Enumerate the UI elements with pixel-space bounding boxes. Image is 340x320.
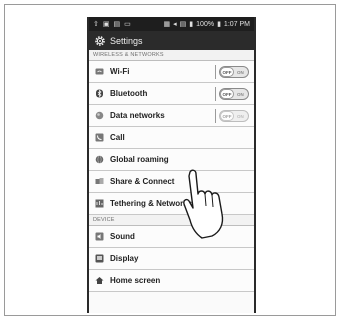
globe-icon [95,155,104,164]
bluetooth-icon [95,89,104,98]
settings-item-label: Call [110,133,125,142]
image-icon: ▣ [102,21,110,28]
sound-icon [95,232,104,241]
data-networks-toggle[interactable]: OFF ON [219,110,249,122]
divider [215,65,216,79]
call-icon [95,133,104,142]
page-title: Settings [110,35,143,46]
share-connect-icon [95,177,104,186]
toggle-off-label: OFF [220,89,234,99]
voicemail-icon: ▭ [124,21,131,28]
display-icon [95,254,104,263]
battery-percent: 100% [196,20,215,28]
gear-icon [95,35,105,46]
settings-item-label: Bluetooth [110,89,148,98]
bluetooth-toggle[interactable]: OFF ON [219,88,249,100]
wifi-icon [95,67,104,76]
phone-screen: ⇧ ▣ ▤ ▭ ▦ ◂ ▤ ▮ 100% ▮ 1:07 PM Settings … [87,17,256,313]
home-icon [95,276,104,285]
settings-item-data-networks[interactable]: Data networks OFF ON [89,105,254,127]
divider [215,109,216,123]
status-bar: ⇧ ▣ ▤ ▭ ▦ ◂ ▤ ▮ 100% ▮ 1:07 PM [89,17,254,31]
settings-item-label: Wi-Fi [110,67,130,76]
mute-icon: ◂ [173,21,177,28]
settings-item-call[interactable]: Call [89,127,254,149]
toggle-on-label: ON [237,69,244,75]
settings-item-label: Global roaming [110,155,169,164]
clock: 1:07 PM [223,20,250,28]
settings-item-display[interactable]: Display [89,248,254,270]
section-header-wireless: WIRELESS & NETWORKS [89,50,254,61]
settings-item-label: Display [110,254,139,263]
toggle-on-label: ON [237,113,244,119]
settings-item-label: Share & Connect [110,177,175,186]
pointing-hand-icon [183,169,224,239]
divider [215,87,216,101]
sync-icon: ▤ [179,21,187,28]
settings-item-wifi[interactable]: Wi-Fi OFF ON [89,61,254,83]
wifi-toggle[interactable]: OFF ON [219,66,249,78]
toggle-off-label: OFF [220,67,234,77]
toggle-off-label: OFF [220,111,234,121]
settings-item-home-screen[interactable]: Home screen [89,270,254,292]
tethering-icon [95,199,104,208]
battery-icon: ▮ [217,21,221,28]
settings-item-label: Data networks [110,111,165,120]
settings-item-label: Home screen [110,276,161,285]
signal-icon: ▮ [189,21,194,28]
data-networks-icon [95,111,104,120]
sim-icon: ▤ [113,21,121,28]
settings-item-label: Sound [110,232,135,241]
toggle-on-label: ON [237,91,244,97]
upload-icon: ⇧ [93,21,99,28]
nfc-icon: ▦ [163,21,171,28]
title-bar: Settings [89,31,254,50]
settings-item-bluetooth[interactable]: Bluetooth OFF ON [89,83,254,105]
